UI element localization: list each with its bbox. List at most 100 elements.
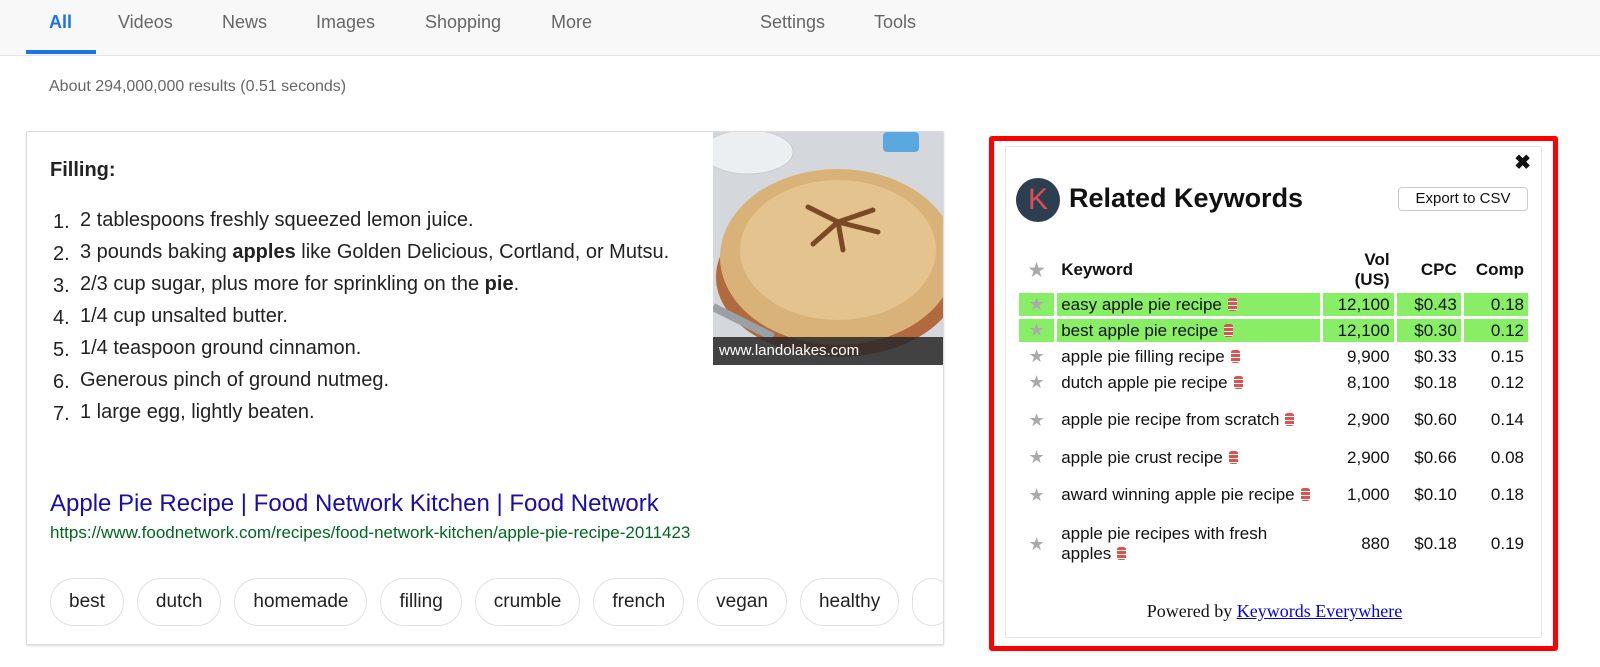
database-icon[interactable]: [1230, 349, 1240, 363]
comp-cell: 0.12: [1463, 319, 1528, 342]
ingredient-text-pre: 1/4 cup unsalted butter.: [80, 305, 288, 327]
keyword-cell: best apple pie recipe: [1057, 319, 1321, 342]
tools-button[interactable]: Tools: [874, 12, 916, 33]
results-stats: About 294,000,000 results (0.51 seconds): [49, 78, 347, 95]
ingredient-text: 1/4 teaspoon ground cinnamon.: [80, 334, 693, 366]
star-cell: ★: [1019, 293, 1055, 316]
database-icon[interactable]: [1117, 547, 1127, 560]
close-icon[interactable]: ✖: [1514, 153, 1531, 173]
database-icon[interactable]: [1300, 488, 1310, 501]
cpc-cell: $0.18: [1414, 534, 1457, 553]
ingredient-number: 7.: [53, 403, 70, 425]
ingredient-item: 3. 2/3 cup sugar, plus more for sprinklin…: [53, 270, 693, 302]
comp-cell: 0.18: [1490, 485, 1524, 504]
star-icon[interactable]: ★: [1029, 346, 1045, 366]
star-icon[interactable]: ★: [1029, 410, 1045, 430]
keywords-everywhere-link[interactable]: Keywords Everywhere: [1237, 601, 1402, 621]
keywords-everywhere-logo: K: [1016, 178, 1060, 222]
keyword-row: ★ easy apple pie recipe 12,100 $0.43 0.18: [1019, 293, 1528, 316]
tab-news[interactable]: News: [222, 12, 267, 33]
star-icon[interactable]: ★: [1029, 320, 1045, 340]
keyword-cell: apple pie filling recipe: [1057, 345, 1320, 368]
keyword-row: ★ best apple pie recipe 12,100 $0.30 0.12: [1019, 319, 1528, 342]
chip-homemade[interactable]: homemade: [234, 578, 368, 626]
keyword-row: ★ apple pie recipes with fresh apples 880 $…: [1019, 521, 1528, 567]
keyword-text[interactable]: apple pie recipe from scratch: [1061, 410, 1279, 429]
ingredient-text: 2/3 cup sugar, plus more for sprinkling …: [80, 270, 693, 302]
keyword-text[interactable]: award winning apple pie recipe: [1061, 485, 1294, 504]
volume-cell: 880: [1361, 534, 1390, 553]
star-icon[interactable]: ★: [1029, 294, 1045, 314]
volume-cell: 12,100: [1323, 319, 1394, 342]
result-url[interactable]: https://www.foodnetwork.com/recipes/food…: [50, 523, 690, 543]
ingredient-number: 2.: [53, 243, 70, 265]
tab-more[interactable]: More: [551, 12, 592, 33]
chip-crumble[interactable]: crumble: [474, 578, 581, 626]
tab-videos[interactable]: Videos: [118, 12, 173, 33]
result-title-link[interactable]: Apple Pie Recipe | Food Network Kitchen …: [50, 490, 659, 518]
keyword-cell: apple pie crust recipe: [1057, 446, 1320, 469]
search-tabs-bar: All Videos News Images Shopping More Set…: [0, 0, 1600, 56]
star-icon[interactable]: ★: [1029, 534, 1045, 554]
header-keyword[interactable]: Keyword: [1057, 250, 1320, 290]
star-icon[interactable]: ★: [1029, 260, 1045, 280]
ingredient-item: 4. 1/4 cup unsalted butter.: [53, 302, 693, 334]
tab-all[interactable]: All: [49, 12, 72, 33]
header-comp[interactable]: Comp: [1464, 250, 1528, 290]
chip-dutch[interactable]: dutch: [136, 578, 222, 626]
chip-healthy[interactable]: healthy: [799, 578, 900, 626]
database-icon[interactable]: [1233, 375, 1243, 389]
star-cell: ★: [1019, 371, 1054, 394]
export-csv-button[interactable]: Export to CSV: [1398, 187, 1528, 211]
header-volume[interactable]: Vol (US): [1323, 250, 1393, 290]
pie-image[interactable]: www.landolakes.com: [713, 132, 943, 365]
related-keywords-widget: ✖ K Related Keywords Export to CSV ★ Key…: [1005, 146, 1542, 638]
keyword-text[interactable]: apple pie recipes with fresh apples: [1061, 524, 1267, 563]
ingredient-item: 6. Generous pinch of ground nutmeg.: [53, 366, 693, 398]
database-icon[interactable]: [1227, 297, 1237, 311]
comp-cell: 0.08: [1490, 447, 1524, 467]
ingredient-number: 4.: [53, 307, 70, 329]
keyword-text[interactable]: apple pie filling recipe: [1061, 347, 1225, 366]
keywords-table: ★ Keyword Vol (US) CPC Comp ★ easy apple …: [1016, 247, 1531, 570]
star-icon[interactable]: ★: [1029, 485, 1045, 505]
cut-off-feedback-text: [620, 650, 950, 667]
star-cell: ★: [1019, 345, 1054, 368]
database-icon[interactable]: [1285, 413, 1295, 426]
cpc-cell: $0.10: [1414, 485, 1457, 504]
ingredient-number: 6.: [53, 371, 70, 393]
chip-filling[interactable]: filling: [380, 578, 462, 626]
settings-button[interactable]: Settings: [760, 12, 825, 33]
keyword-text[interactable]: dutch apple pie recipe: [1061, 373, 1227, 392]
ingredient-text: Generous pinch of ground nutmeg.: [80, 366, 693, 398]
powered-by-footer: Powered by Keywords Everywhere: [1006, 601, 1543, 622]
header-cpc[interactable]: CPC: [1397, 250, 1461, 290]
ingredient-text-post: .: [513, 273, 520, 295]
chip-overflow[interactable]: [912, 578, 943, 626]
powered-by-label: Powered by: [1146, 601, 1233, 621]
database-icon[interactable]: [1224, 323, 1234, 337]
keyword-cell: award winning apple pie recipe: [1057, 472, 1320, 518]
star-icon[interactable]: ★: [1029, 447, 1045, 467]
tab-shopping[interactable]: Shopping: [425, 12, 501, 33]
ingredient-text-bold: pie: [484, 273, 514, 295]
ingredient-text: 3 pounds baking apples like Golden Delic…: [80, 238, 693, 270]
volume-cell: 12,100: [1323, 293, 1394, 316]
chip-french[interactable]: french: [593, 578, 685, 626]
pie-illustration: [713, 132, 943, 365]
keyword-text[interactable]: apple pie crust recipe: [1061, 448, 1223, 467]
ingredient-number: 5.: [53, 339, 70, 361]
featured-snippet: Filling: 1. 2 tablespoons freshly squeeze…: [26, 131, 944, 645]
ingredient-text-bold: apples: [232, 241, 296, 263]
keyword-cell: dutch apple pie recipe: [1057, 371, 1320, 394]
keyword-text[interactable]: easy apple pie recipe: [1061, 295, 1222, 314]
database-icon[interactable]: [1228, 450, 1238, 464]
keyword-text[interactable]: best apple pie recipe: [1061, 321, 1218, 340]
star-icon[interactable]: ★: [1029, 372, 1045, 392]
chip-vegan[interactable]: vegan: [697, 578, 787, 626]
cpc-cell: $0.66: [1414, 447, 1457, 467]
cpc-cell: $0.43: [1396, 293, 1461, 316]
volume-cell: 2,900: [1347, 410, 1390, 429]
chip-best[interactable]: best: [50, 578, 124, 626]
tab-images[interactable]: Images: [316, 12, 375, 33]
